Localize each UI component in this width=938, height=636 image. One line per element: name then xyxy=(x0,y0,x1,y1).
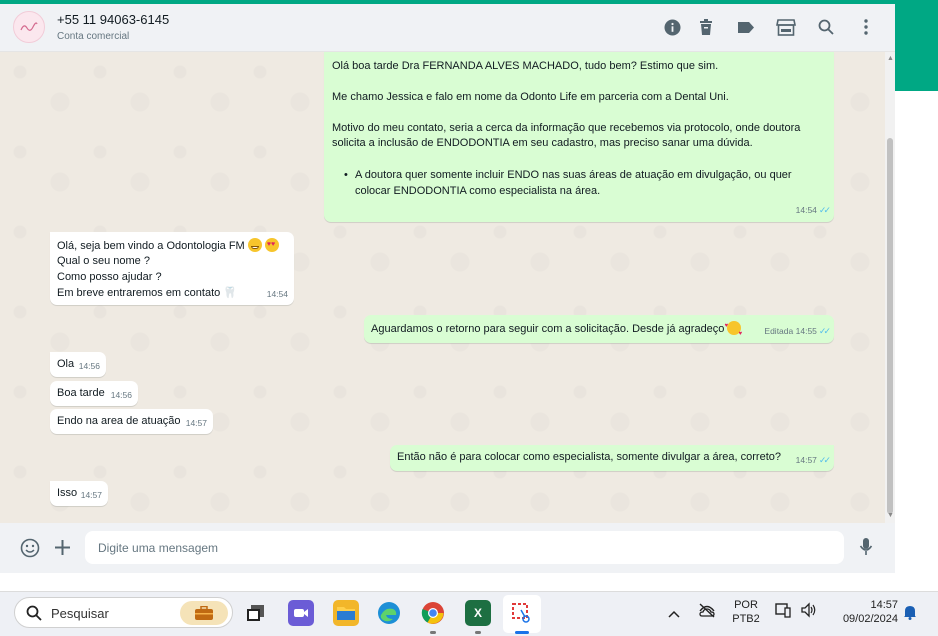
running-indicator xyxy=(430,631,436,634)
chrome-icon[interactable] xyxy=(420,600,446,626)
message-outgoing[interactable]: Olá boa tarde Dra FERNANDA ALVES MACHADO… xyxy=(324,52,834,222)
search-label: Pesquisar xyxy=(51,606,109,621)
language-code: POR xyxy=(734,599,758,611)
taskbar-search[interactable]: Pesquisar xyxy=(14,597,233,628)
message-input[interactable] xyxy=(85,531,844,564)
scroll-thumb[interactable] xyxy=(887,138,893,514)
device-icon[interactable] xyxy=(774,602,792,623)
running-indicator xyxy=(475,631,481,634)
message-text: A doutora quer somente incluir ENDO nas … xyxy=(355,169,792,181)
message-time: 14:57 xyxy=(185,417,207,428)
message-outgoing[interactable]: Aguardamos o retorno para seguir com a s… xyxy=(364,315,834,343)
notification-bell-icon[interactable] xyxy=(903,604,917,625)
volume-icon[interactable] xyxy=(800,602,818,623)
message-text: Em breve entraremos em contato xyxy=(57,287,221,299)
message-incoming[interactable]: Boa tarde 14:56 xyxy=(50,381,138,406)
message-incoming[interactable]: Endo na area de atuação 14:57 xyxy=(50,409,213,434)
message-text: colocar ENDODONTIA como especialista na … xyxy=(355,185,601,197)
search-icon xyxy=(26,605,42,626)
keyboard-layout: PTB2 xyxy=(732,613,760,625)
grin-emoji-icon xyxy=(247,238,262,252)
message-time: 14:54 xyxy=(795,204,817,215)
emoji-icon[interactable] xyxy=(20,538,40,563)
message-text: Qual o seu nome ? xyxy=(57,255,150,267)
contact-subtitle: Conta comercial xyxy=(57,31,130,42)
message-text: Me chamo Jessica e falo em nome da Odont… xyxy=(332,91,729,103)
excel-icon[interactable]: X xyxy=(465,600,491,626)
message-time: 14:56 xyxy=(110,389,132,400)
tooth-emoji-icon: 🦷 xyxy=(223,287,238,299)
bullet-dot: • xyxy=(344,169,348,181)
message-meta: Editada 14:55 ✓✓ xyxy=(764,324,831,340)
info-icon[interactable] xyxy=(661,16,683,38)
message-text: Boa tarde xyxy=(57,387,105,399)
message-text: Como posso ajudar ? xyxy=(57,271,162,283)
edited-label: Editada xyxy=(764,325,794,336)
network-offline-icon[interactable] xyxy=(698,602,716,623)
message-text: Aguardamos o retorno para seguir com a s… xyxy=(371,323,725,335)
scroll-down-arrow-icon[interactable]: ▼ xyxy=(887,512,894,519)
language-indicator[interactable]: POR PTB2 xyxy=(732,598,760,626)
message-text: Ola xyxy=(57,358,75,370)
menu-icon[interactable] xyxy=(855,16,877,38)
file-explorer-icon[interactable] xyxy=(333,600,359,626)
heart-eyes-emoji-icon: ♥♥ xyxy=(264,238,279,252)
background-accent xyxy=(895,0,938,91)
message-text: Olá, seja bem vindo a Odontologia FM xyxy=(57,240,245,252)
message-text: Isso xyxy=(57,487,78,499)
scroll-up-arrow-icon[interactable]: ▲ xyxy=(887,55,894,62)
chat-header: +55 11 94063-6145 Conta comercial xyxy=(0,4,895,52)
message-text: Olá boa tarde Dra FERNANDA ALVES MACHADO… xyxy=(332,60,719,72)
message-line: Aguardamos o retorno para seguir com a s… xyxy=(371,321,743,338)
message-time: 14:56 xyxy=(78,360,100,371)
plus-icon[interactable] xyxy=(54,539,71,561)
message-composer xyxy=(0,523,895,573)
clock[interactable]: 14:57 09/02/2024 xyxy=(830,598,898,626)
edge-icon[interactable] xyxy=(376,600,402,626)
message-text: Endo na area de atuação xyxy=(57,415,181,427)
background-right xyxy=(895,91,938,591)
message-meta: 14:54 ✓✓ xyxy=(795,203,831,219)
read-ticks-icon: ✓✓ xyxy=(818,454,831,465)
message-time: 14:55 xyxy=(795,325,817,336)
read-ticks-icon: ✓✓ xyxy=(818,204,831,215)
clock-date: 09/02/2024 xyxy=(842,613,898,625)
message-time: 14:57 xyxy=(795,454,817,465)
task-view-icon[interactable] xyxy=(243,600,269,626)
snipping-tool-icon[interactable] xyxy=(509,600,535,626)
search-icon[interactable] xyxy=(815,16,837,38)
chevron-up-icon[interactable] xyxy=(668,605,680,623)
label-icon[interactable] xyxy=(735,16,757,38)
store-icon[interactable] xyxy=(775,16,797,38)
chat-area[interactable]: Olá boa tarde Dra FERNANDA ALVES MACHADO… xyxy=(0,52,885,523)
message-time: 14:54 xyxy=(266,288,288,299)
message-incoming[interactable]: Ola 14:56 xyxy=(50,352,106,377)
video-chat-icon[interactable] xyxy=(288,600,314,626)
chat-scrollbar[interactable]: ▲ ▼ xyxy=(885,52,895,523)
message-text: Então não é para colocar como especialis… xyxy=(397,451,781,463)
taskbar: Pesquisar X POR PTB2 14:57 09/02/2024 xyxy=(0,591,938,636)
read-ticks-icon: ✓✓ xyxy=(818,325,831,336)
message-line: Olá, seja bem vindo a Odontologia FM ♥♥ xyxy=(57,238,279,255)
smiling-hearts-emoji-icon: ♥ ♥ xyxy=(724,321,743,337)
message-text: solicita a inclusão de ENDODONTIA em seu… xyxy=(332,137,753,149)
avatar[interactable] xyxy=(13,11,45,43)
message-text: Motivo do meu contato, seria a cerca da … xyxy=(332,122,801,134)
contact-name[interactable]: +55 11 94063-6145 xyxy=(57,12,169,27)
desktop-gap xyxy=(0,573,938,591)
message-time: 14:57 xyxy=(80,489,102,500)
message-incoming[interactable]: Olá, seja bem vindo a Odontologia FM ♥♥ … xyxy=(50,232,294,305)
message-line: Em breve entraremos em contato 🦷 xyxy=(57,286,237,302)
trash-icon[interactable] xyxy=(695,16,717,38)
message-incoming[interactable]: Isso 14:57 xyxy=(50,481,108,506)
briefcase-icon[interactable] xyxy=(180,601,228,625)
active-indicator xyxy=(515,631,529,634)
message-outgoing[interactable]: Então não é para colocar como especialis… xyxy=(390,445,834,471)
mic-icon[interactable] xyxy=(859,537,873,562)
message-meta: 14:57 ✓✓ xyxy=(795,453,831,469)
clock-time: 14:57 xyxy=(870,599,898,611)
